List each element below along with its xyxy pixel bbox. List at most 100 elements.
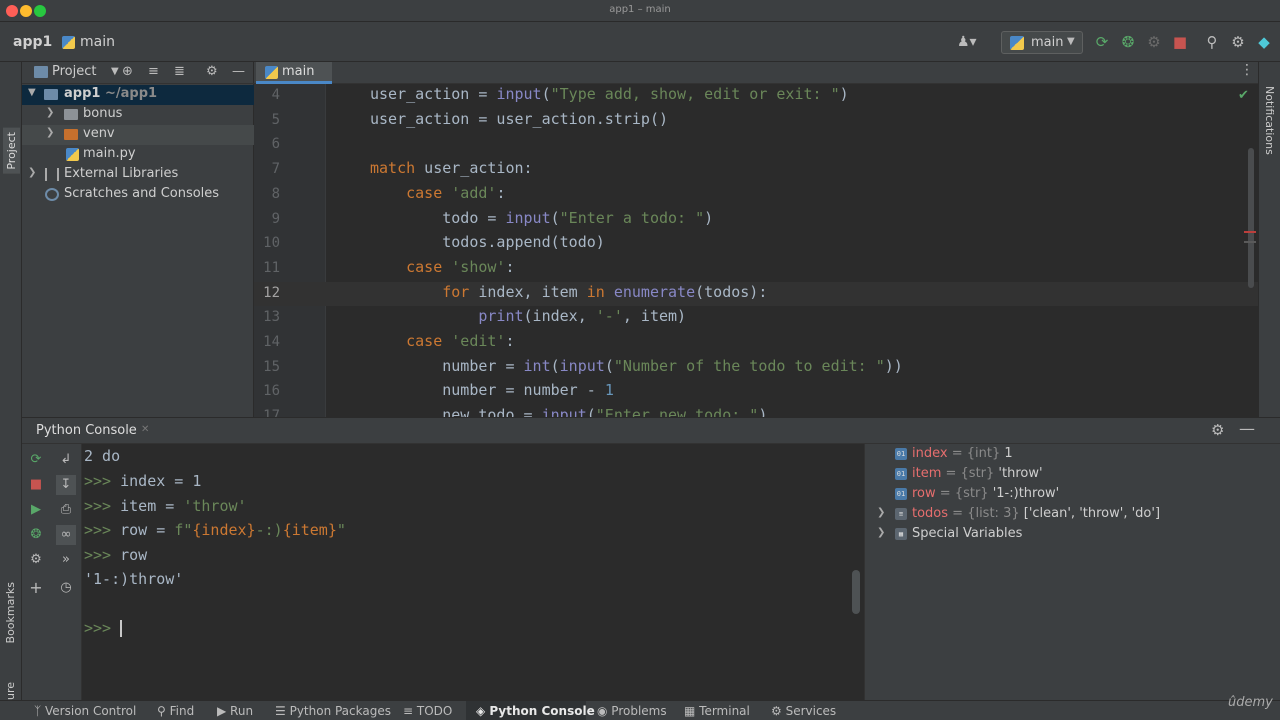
project-panel-title[interactable]: Project: [52, 64, 96, 79]
rerun-icon[interactable]: ⟳: [26, 450, 46, 470]
find-tool-tab[interactable]: ⚲ Find: [157, 704, 194, 718]
code-line-current[interactable]: 12 for index, item in enumerate(todos):: [254, 281, 1258, 307]
warning-stripe-mark[interactable]: [1244, 241, 1256, 243]
expand-all-icon[interactable]: ≡: [148, 64, 159, 79]
tree-item-bonus[interactable]: ❯ bonus: [22, 105, 254, 125]
console-output[interactable]: 2 do >>> index = 1 >>> item = 'throw' >>…: [82, 444, 864, 700]
variable-row-special[interactable]: ❯ ▦ Special Variables: [865, 525, 1022, 545]
code-line[interactable]: 10 todos.append(todo): [254, 232, 1258, 257]
soft-wrap-icon[interactable]: ↲: [56, 450, 76, 470]
code-line[interactable]: 14 case 'edit':: [254, 331, 1258, 356]
show-variables-icon[interactable]: ∞: [56, 525, 76, 545]
chevron-right-icon[interactable]: ❯: [877, 527, 885, 538]
notifications-tool-tab[interactable]: Notifications: [1263, 86, 1276, 155]
code-editor[interactable]: 4 user_action = input("Type add, show, e…: [254, 84, 1258, 417]
variable-type: = {int}: [947, 446, 1005, 461]
search-icon[interactable]: ⚲: [1203, 33, 1221, 51]
code-line[interactable]: 6: [254, 133, 1258, 158]
variable-name: item: [912, 466, 942, 481]
rerun-icon[interactable]: ⟳: [1093, 33, 1111, 51]
collapse-all-icon[interactable]: ≣: [174, 64, 185, 79]
variable-row-todos[interactable]: ❯ ≡ todos = {list: 3} ['clean', 'throw',…: [865, 505, 1160, 525]
code-text: new_todo = input("Enter new todo: "): [370, 406, 768, 417]
close-icon[interactable]: ✕: [141, 424, 149, 435]
breadcrumb-project[interactable]: app1: [13, 34, 52, 50]
hide-panel-icon[interactable]: —: [232, 64, 245, 79]
problems-tool-tab[interactable]: ◉ Problems: [597, 704, 667, 718]
line-number: 12: [263, 284, 280, 301]
breadcrumb-file[interactable]: main: [80, 34, 115, 50]
right-tool-strip: Notifications: [1258, 62, 1280, 417]
chevron-down-icon[interactable]: ▼: [111, 66, 119, 77]
settings-gear-icon[interactable]: ⚙: [206, 64, 218, 79]
code-line[interactable]: 16 number = number - 1: [254, 380, 1258, 405]
version-control-tool-tab[interactable]: ᛉ Version Control: [34, 704, 136, 718]
console-scrollbar[interactable]: [852, 570, 860, 614]
locate-target-icon[interactable]: ⊕: [122, 64, 133, 79]
chevron-down-icon: ▼: [28, 87, 36, 98]
python-console-tab[interactable]: Python Console: [36, 423, 137, 438]
bookmarks-tool-tab[interactable]: Bookmarks: [4, 582, 17, 643]
code-line[interactable]: 17 new_todo = input("Enter new todo: "): [254, 405, 1258, 417]
text-caret: [120, 620, 123, 637]
code-line[interactable]: 5 user_action = user_action.strip(): [254, 109, 1258, 134]
tree-item-app1[interactable]: ▼ app1 ~/app1: [22, 85, 254, 105]
user-account-icon[interactable]: ♟▾: [957, 34, 977, 50]
python-packages-tool-tab[interactable]: ☰ Python Packages: [275, 704, 391, 718]
tree-item-main-py[interactable]: main.py: [22, 145, 254, 165]
project-tool-tab[interactable]: Project: [3, 128, 20, 174]
settings-gear-icon[interactable]: ⚙: [1211, 421, 1224, 439]
hide-panel-icon[interactable]: —: [1239, 419, 1255, 438]
new-console-plus-icon[interactable]: +: [26, 578, 46, 598]
line-number: 14: [263, 334, 280, 350]
run-tool-tab[interactable]: ▶ Run: [217, 704, 253, 718]
services-tool-tab[interactable]: ⚙ Services: [771, 704, 836, 718]
tree-item-external-libraries[interactable]: ❯ External Libraries: [22, 165, 254, 185]
code-line[interactable]: 8 case 'add':: [254, 183, 1258, 208]
scroll-to-end-icon[interactable]: ↧: [56, 475, 76, 495]
line-number: 17: [263, 408, 280, 417]
code-line[interactable]: 11 case 'show':: [254, 257, 1258, 282]
settings-gear-icon[interactable]: ⚙: [1229, 33, 1247, 51]
code-text: user_action = input("Type add, show, edi…: [370, 85, 849, 103]
jetbrains-logo-icon[interactable]: ◆: [1255, 33, 1273, 51]
code-line[interactable]: 9 todo = input("Enter a todo: "): [254, 208, 1258, 233]
more-options-icon[interactable]: ⋮: [1240, 62, 1254, 78]
variable-row-item[interactable]: 01 item = {str} 'throw': [865, 465, 1043, 485]
debug-bug-icon[interactable]: ❂: [26, 525, 46, 545]
run-configuration-select[interactable]: main ▼: [1001, 31, 1083, 54]
history-clock-icon[interactable]: ◷: [56, 578, 76, 598]
inspection-ok-icon[interactable]: ✔: [1238, 88, 1249, 103]
code-line[interactable]: 4 user_action = input("Type add, show, e…: [254, 84, 1258, 109]
settings-gear-icon[interactable]: ⚙: [26, 550, 46, 570]
code-line[interactable]: 7 match user_action:: [254, 158, 1258, 183]
tree-item-scratches[interactable]: Scratches and Consoles: [22, 185, 254, 205]
chevron-right-icon[interactable]: ❯: [877, 507, 885, 518]
print-icon[interactable]: ⎙: [56, 500, 76, 520]
console-prompt: >>>: [84, 619, 112, 637]
tab-label: main: [282, 64, 315, 79]
code-line[interactable]: 13 print(index, '-', item): [254, 306, 1258, 331]
stop-icon[interactable]: ■: [1171, 33, 1189, 51]
project-panel: Project ▼ ⊕ ≡ ≣ ⚙ — ▼ app1 ~/app1 ❯ bonu…: [22, 62, 254, 417]
stop-icon[interactable]: ■: [26, 475, 46, 495]
line-number: 11: [263, 259, 280, 276]
execute-command-icon[interactable]: »: [56, 550, 76, 570]
code-line[interactable]: 15 number = int(input("Number of the tod…: [254, 356, 1258, 381]
editor-scrollbar[interactable]: [1248, 148, 1254, 288]
debug-bug-icon[interactable]: ❂: [1119, 33, 1137, 51]
terminal-tool-tab[interactable]: ▦ Terminal: [684, 704, 750, 718]
run-icon[interactable]: ▶: [26, 500, 46, 520]
error-stripe-mark[interactable]: [1244, 231, 1256, 233]
folder-icon: [34, 66, 48, 78]
coverage-icon[interactable]: ⚙: [1145, 33, 1163, 51]
variable-row-index[interactable]: 01 index = {int} 1: [865, 445, 1013, 465]
console-input-line[interactable]: >>>: [84, 619, 123, 637]
special-variables-icon: ▦: [895, 528, 907, 540]
tree-item-venv[interactable]: ❯ venv: [22, 125, 254, 145]
variable-row-row[interactable]: 01 row = {str} '1-:)throw': [865, 485, 1059, 505]
scratches-icon: [45, 188, 59, 201]
tab-main[interactable]: main: [256, 62, 332, 84]
python-console-tool-tab[interactable]: ◈ Python Console: [476, 704, 595, 718]
todo-tool-tab[interactable]: ≡ TODO: [403, 704, 452, 718]
